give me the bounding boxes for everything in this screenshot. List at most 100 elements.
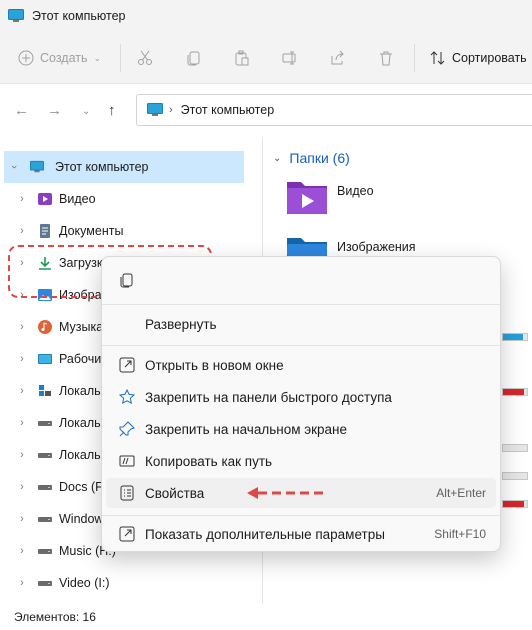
star-icon — [119, 389, 135, 405]
sort-button[interactable]: Сортировать — [430, 46, 527, 70]
cut-button[interactable] — [137, 46, 153, 70]
menu-separator — [102, 515, 500, 516]
menu-item-open-new-window[interactable]: Открыть в новом окне — [106, 350, 496, 380]
share-icon — [331, 50, 344, 65]
windows-drive-icon — [39, 385, 51, 396]
folder-tile-video[interactable]: Видео — [285, 178, 485, 222]
copy-button[interactable] — [186, 46, 202, 70]
expand-chevron-icon[interactable]: › — [8, 165, 20, 169]
create-label: Создать — [40, 51, 88, 65]
pictures-folder-icon — [287, 238, 327, 256]
drive-usage-bar — [502, 472, 528, 480]
sidebar-item-label: Документы — [59, 224, 124, 238]
drive-usage-fill — [503, 389, 524, 395]
copy-path-icon — [119, 455, 135, 467]
window-title: Этот компьютер — [32, 9, 126, 23]
expand-chevron-icon[interactable]: › — [20, 321, 24, 333]
up-arrow-icon[interactable]: ↑ — [108, 102, 116, 119]
expand-chevron-icon[interactable]: › — [20, 193, 24, 205]
delete-button[interactable] — [378, 46, 394, 70]
sidebar-item-documents[interactable]: › Документы — [0, 215, 248, 247]
expand-chevron-icon[interactable]: › — [20, 353, 24, 365]
sidebar-item-video[interactable]: › Видео — [0, 183, 248, 215]
menu-item-label: Открыть в новом окне — [145, 357, 284, 373]
plus-circle-icon — [18, 50, 34, 66]
sort-icon — [430, 51, 445, 65]
menu-item-expand[interactable]: Развернуть — [106, 309, 496, 339]
drive-usage-bar — [502, 388, 528, 396]
expand-chevron-icon[interactable]: › — [20, 225, 24, 237]
menu-item-label: Развернуть — [145, 316, 217, 332]
folders-group-header[interactable]: ⌄ Папки (6) — [273, 150, 350, 166]
sidebar-item-this-pc[interactable]: › Этот компьютер — [4, 151, 244, 183]
back-arrow-icon[interactable]: ← — [14, 102, 29, 119]
open-new-window-icon — [119, 357, 135, 373]
share-button[interactable] — [330, 46, 346, 70]
sidebar-item-label: Музыка — [59, 320, 104, 334]
menu-item-more-options[interactable]: Показать дополнительные параметры Shift+… — [106, 519, 496, 549]
properties-icon — [120, 485, 134, 501]
menu-separator — [102, 345, 500, 346]
sidebar-item-label: Этот компьютер — [55, 160, 149, 174]
command-bar: Создать ⌄ Сортировать — [0, 32, 532, 84]
collapse-chevron-icon[interactable]: ⌄ — [273, 153, 281, 164]
group-label: Папки (6) — [289, 150, 350, 166]
chevron-down-icon: ⌄ — [93, 52, 102, 63]
forward-arrow-icon[interactable]: → — [47, 102, 62, 119]
video-folder-icon — [287, 182, 327, 214]
title-bar: Этот компьютер — [0, 0, 532, 32]
sidebar-item-drive-i[interactable]: › Video (I:) — [0, 567, 248, 599]
drive-icon — [38, 581, 52, 586]
drive-usage-bar — [502, 444, 528, 452]
desktop-icon — [38, 354, 52, 364]
music-icon — [38, 320, 52, 334]
sort-label: Сортировать — [452, 51, 527, 65]
expand-chevron-icon[interactable]: › — [20, 513, 24, 525]
menu-item-label: Свойства — [145, 485, 205, 501]
menu-item-label: Показать дополнительные параметры — [145, 526, 385, 542]
menu-item-pin-start[interactable]: Закрепить на начальном экране — [106, 414, 496, 444]
drive-icon — [38, 549, 52, 554]
menu-item-shortcut: Shift+F10 — [434, 527, 486, 541]
recent-chevron-icon[interactable]: ⌄ — [82, 106, 90, 117]
expand-chevron-icon[interactable]: › — [20, 417, 24, 429]
menu-item-label: Закрепить на начальном экране — [145, 421, 348, 437]
video-folder-icon — [38, 193, 52, 205]
menu-item-shortcut: Alt+Enter — [436, 486, 486, 500]
copy-button[interactable] — [114, 267, 140, 293]
toolbar-divider — [120, 44, 121, 72]
items-count: Элементов: 16 — [14, 610, 96, 624]
paste-button[interactable] — [234, 46, 250, 70]
sidebar-item-label: Видео — [59, 192, 96, 206]
rename-button[interactable] — [282, 46, 298, 70]
expand-chevron-icon[interactable]: › — [20, 545, 24, 557]
pc-icon — [147, 103, 163, 116]
drive-usage-fill — [503, 501, 524, 507]
context-menu: Развернуть Открыть в новом окне Закрепит… — [101, 256, 501, 552]
more-options-icon — [119, 526, 135, 542]
toolbar-divider — [414, 44, 415, 72]
drive-icon — [38, 453, 52, 458]
sidebar-item-label: Video (I:) — [59, 576, 110, 590]
expand-chevron-icon[interactable]: › — [20, 385, 24, 397]
folder-label: Изображения — [337, 240, 416, 254]
rename-icon — [282, 51, 296, 65]
documents-icon — [40, 224, 50, 238]
context-menu-quick-actions — [102, 257, 500, 303]
menu-item-pin-quick-access[interactable]: Закрепить на панели быстрого доступа — [106, 382, 496, 412]
cut-icon — [138, 50, 152, 65]
expand-chevron-icon[interactable]: › — [20, 449, 24, 461]
address-bar[interactable]: › Этот компьютер — [136, 94, 532, 126]
copy-icon — [120, 273, 133, 288]
drive-usage-fill — [503, 334, 523, 340]
expand-chevron-icon[interactable]: › — [20, 577, 24, 589]
pc-icon — [8, 9, 24, 22]
menu-item-copy-path[interactable]: Копировать как путь — [106, 446, 496, 476]
expand-chevron-icon[interactable]: › — [20, 481, 24, 493]
menu-item-label: Копировать как путь — [145, 453, 273, 469]
drive-usage-bar — [502, 333, 528, 341]
pin-icon — [119, 421, 135, 437]
paste-icon — [235, 50, 249, 66]
drive-usage-bar — [502, 500, 528, 508]
create-button[interactable]: Создать ⌄ — [18, 46, 101, 70]
